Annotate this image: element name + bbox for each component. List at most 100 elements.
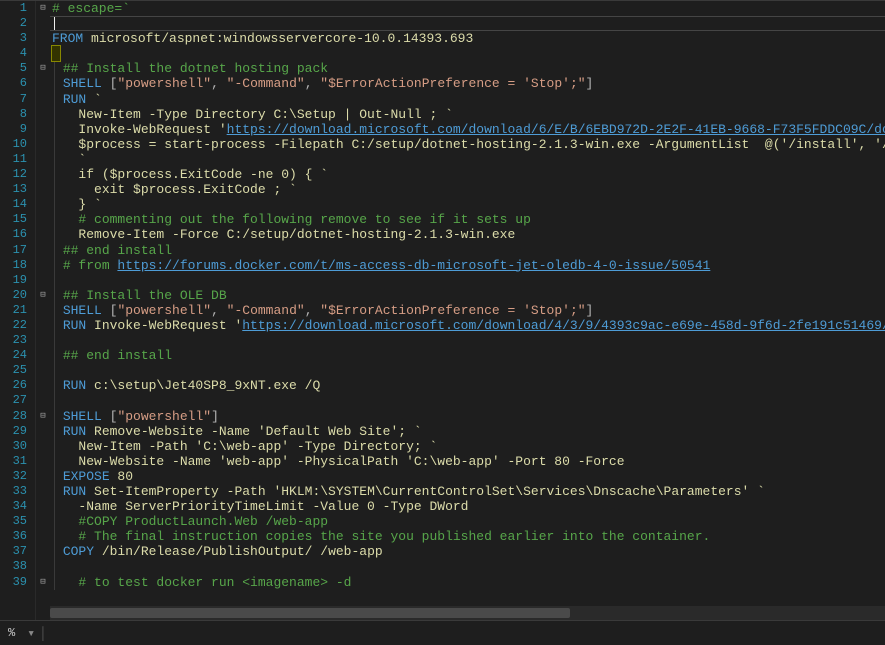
indent-guide — [54, 439, 63, 454]
code-token: exit $process.ExitCode ; ` — [63, 182, 297, 197]
code-line[interactable]: # The final instruction copies the site … — [50, 529, 885, 544]
indent-guide — [54, 393, 63, 408]
code-token: RUN — [63, 378, 86, 393]
separator: │ — [39, 626, 47, 641]
code-line[interactable]: FROM microsoft/aspnet:windowsservercore-… — [50, 31, 885, 46]
code-area[interactable]: # escape=` FROM microsoft/aspnet:windowss… — [50, 1, 885, 620]
code-line[interactable]: RUN ` — [50, 92, 885, 107]
line-number: 34 — [0, 499, 35, 514]
code-line[interactable]: SHELL ["powershell"] — [50, 409, 885, 424]
zoom-indicator[interactable]: % — [0, 626, 23, 640]
link-text[interactable]: https://forums.docker.com/t/ms-access-db… — [117, 258, 710, 273]
link-text[interactable]: https://download.microsoft.com/download/… — [242, 318, 885, 333]
code-line[interactable]: COPY /bin/Release/PublishOutput/ /web-ap… — [50, 544, 885, 559]
indent-guide — [54, 182, 63, 197]
fold-empty — [36, 529, 50, 544]
code-line[interactable]: ` — [50, 152, 885, 167]
code-line[interactable]: RUN c:\setup\Jet40SP8_9xNT.exe /Q — [50, 378, 885, 393]
code-line[interactable]: if ($process.ExitCode -ne 0) { ` — [50, 167, 885, 182]
fold-empty — [36, 484, 50, 499]
fold-toggle-icon[interactable]: ⊟ — [36, 61, 50, 76]
code-line[interactable] — [50, 333, 885, 348]
code-line[interactable] — [50, 393, 885, 408]
code-line[interactable]: Remove-Item -Force C:/setup/dotnet-hosti… — [50, 227, 885, 242]
line-number: 14 — [0, 197, 35, 212]
code-line[interactable]: New-Website -Name 'web-app' -PhysicalPat… — [50, 454, 885, 469]
fold-toggle-icon[interactable]: ⊟ — [36, 288, 50, 303]
code-line[interactable]: exit $process.ExitCode ; ` — [50, 182, 885, 197]
indent-guide — [54, 333, 63, 348]
code-token: [ — [102, 303, 118, 318]
horizontal-scrollbar[interactable] — [50, 606, 885, 620]
code-token: "-Command" — [227, 303, 305, 318]
indent-guide — [54, 167, 63, 182]
code-token: ` — [86, 92, 102, 107]
code-line[interactable] — [50, 16, 885, 31]
code-line[interactable] — [50, 273, 885, 288]
code-line[interactable]: New-Item -Type Directory C:\Setup | Out-… — [50, 107, 885, 122]
fold-empty — [36, 31, 50, 46]
indent-guide — [54, 544, 63, 559]
fold-empty — [36, 76, 50, 91]
fold-empty — [36, 182, 50, 197]
code-line[interactable]: Invoke-WebRequest 'https://download.micr… — [50, 122, 885, 137]
fold-toggle-icon[interactable]: ⊟ — [36, 409, 50, 424]
line-number: 28 — [0, 409, 35, 424]
indent-guide — [54, 363, 63, 378]
dropdown-icon[interactable]: ▾ — [23, 626, 39, 641]
code-line[interactable]: # escape=` — [50, 1, 885, 16]
line-number: 37 — [0, 544, 35, 559]
code-line[interactable]: ## Install the OLE DB — [50, 288, 885, 303]
code-line[interactable] — [50, 363, 885, 378]
line-number: 1 — [0, 1, 35, 16]
code-line[interactable]: EXPOSE 80 — [50, 469, 885, 484]
code-line[interactable]: -Name ServerPriorityTimeLimit -Value 0 -… — [50, 499, 885, 514]
code-line[interactable]: # to test docker run <imagename> -d — [50, 575, 885, 590]
code-line[interactable]: ## end install — [50, 243, 885, 258]
code-line[interactable]: SHELL ["powershell", "-Command", "$Error… — [50, 76, 885, 91]
fold-empty — [36, 46, 50, 61]
code-line[interactable]: SHELL ["powershell", "-Command", "$Error… — [50, 303, 885, 318]
code-line[interactable]: RUN Set-ItemProperty -Path 'HKLM:\SYSTEM… — [50, 484, 885, 499]
line-number: 30 — [0, 439, 35, 454]
code-line[interactable]: ## Install the dotnet hosting pack — [50, 61, 885, 76]
fold-toggle-icon[interactable]: ⊟ — [36, 1, 50, 16]
fold-empty — [36, 303, 50, 318]
line-number: 21 — [0, 303, 35, 318]
code-line[interactable]: ## end install — [50, 348, 885, 363]
fold-column[interactable]: ⊟ ⊟ ⊟ ⊟ ⊟ — [36, 1, 50, 620]
code-line[interactable]: # from https://forums.docker.com/t/ms-ac… — [50, 258, 885, 273]
fold-empty — [36, 16, 50, 31]
indent-guide — [54, 258, 63, 273]
indent-guide — [54, 61, 63, 76]
code-line[interactable]: RUN Remove-Website -Name 'Default Web Si… — [50, 424, 885, 439]
fold-empty — [36, 514, 50, 529]
code-token: ] — [211, 409, 219, 424]
code-line[interactable] — [50, 559, 885, 574]
fold-empty — [36, 454, 50, 469]
link-text[interactable]: https://download.microsoft.com/download/… — [227, 122, 885, 137]
code-line[interactable]: RUN Invoke-WebRequest 'https://download.… — [50, 318, 885, 333]
indent-guide — [54, 227, 63, 242]
code-token: "powershell" — [117, 76, 211, 91]
fold-toggle-icon[interactable]: ⊟ — [36, 575, 50, 590]
code-line[interactable]: New-Item -Path 'C:\web-app' -Type Direct… — [50, 439, 885, 454]
fold-empty — [36, 122, 50, 137]
code-line[interactable]: # commenting out the following remove to… — [50, 212, 885, 227]
horizontal-scrollbar-thumb[interactable] — [50, 608, 570, 618]
indent-guide — [54, 273, 63, 288]
code-token: EXPOSE — [63, 469, 110, 484]
fold-empty — [36, 197, 50, 212]
code-line[interactable]: $process = start-process -Filepath C:/se… — [50, 137, 885, 152]
indent-guide — [54, 92, 63, 107]
line-number: 3 — [0, 31, 35, 46]
code-editor[interactable]: 1234567891011121314151617181920212223242… — [0, 0, 885, 620]
code-token: -Name ServerPriorityTimeLimit -Value 0 -… — [63, 499, 469, 514]
line-number: 26 — [0, 378, 35, 393]
code-line[interactable]: #COPY ProductLaunch.Web /web-app — [50, 514, 885, 529]
code-line[interactable] — [50, 46, 885, 61]
code-line[interactable]: } ` — [50, 197, 885, 212]
code-token: # escape=` — [52, 1, 130, 16]
code-token: } ` — [63, 197, 102, 212]
line-number: 27 — [0, 393, 35, 408]
